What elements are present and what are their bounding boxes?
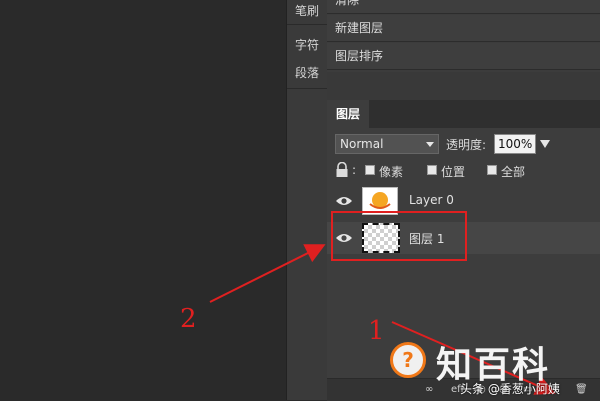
arrow-2 [209, 244, 326, 303]
question-mark-icon: ? [390, 342, 426, 378]
watermark-credit: 头条 @香葱小阿姨 [460, 382, 560, 396]
annotation-label-2: 2 [180, 304, 197, 334]
annotation-label-1: 1 [368, 316, 385, 346]
watermark: ? 知百科 头条 @香葱小阿姨 [388, 340, 600, 400]
